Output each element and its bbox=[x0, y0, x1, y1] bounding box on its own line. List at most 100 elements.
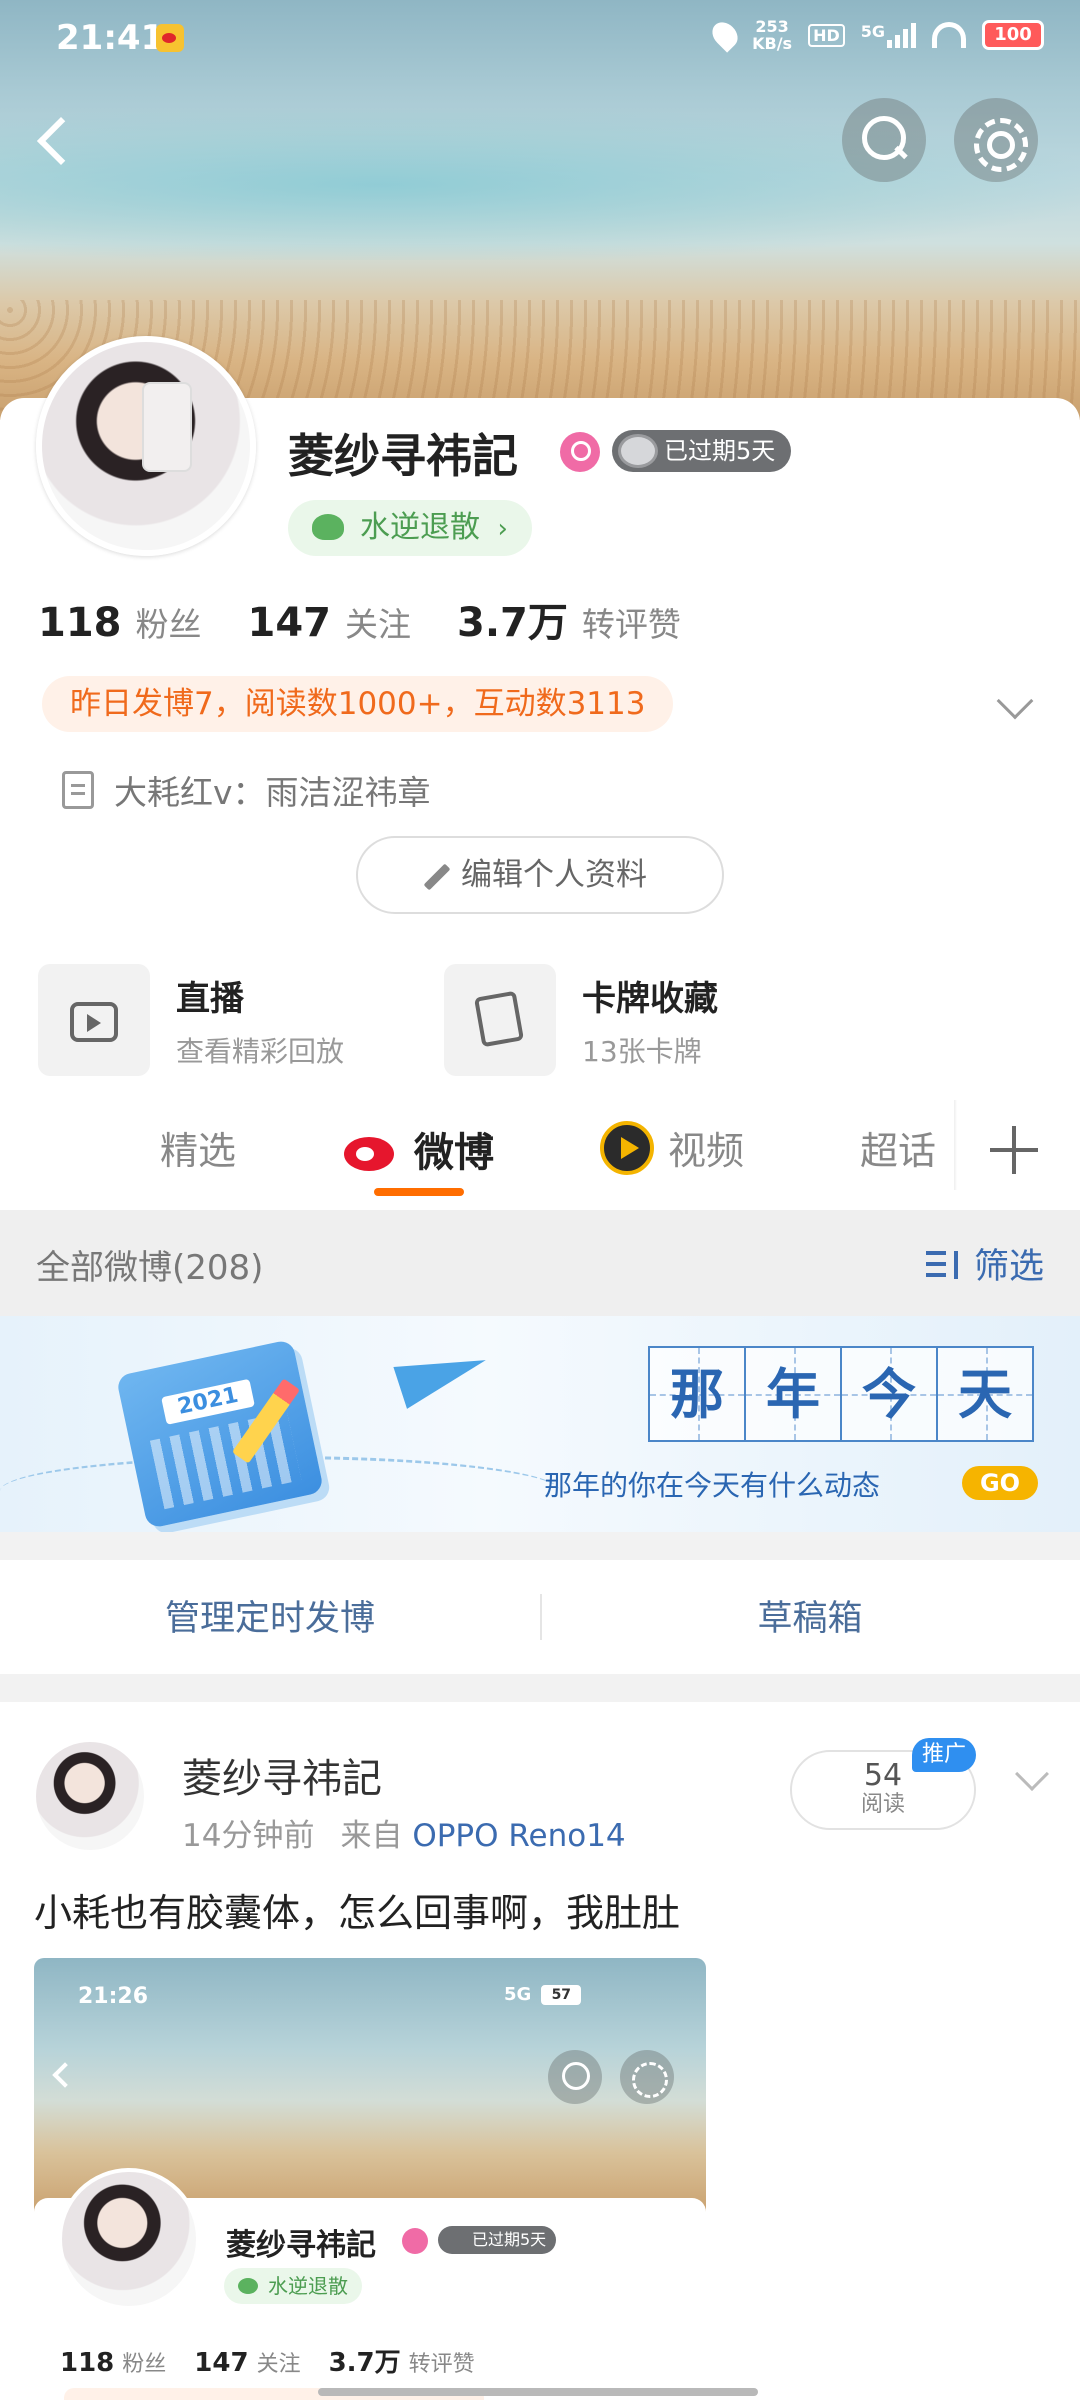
profile-stats: 118 粉丝 147 关注 3.7万 转评赞 bbox=[38, 590, 681, 648]
edit-profile-label: 编辑个人资料 bbox=[461, 857, 647, 893]
post-image-gear-icon bbox=[620, 2050, 674, 2104]
all-weibo-count: 全部微博(208) bbox=[36, 1248, 264, 1288]
stat-following-label: 关注 bbox=[345, 605, 411, 644]
profile-name[interactable]: 菱纱寻祎記 bbox=[288, 420, 518, 486]
post-image-time: 21:26 bbox=[78, 1984, 149, 2009]
stat-interactions-count: 3.7万 bbox=[457, 600, 568, 646]
profile-tabs: 精选 微博 视频 超话 bbox=[0, 1090, 1080, 1210]
vip-expired-label: 已过期5天 bbox=[664, 437, 776, 465]
tab-featured[interactable]: 精选 bbox=[160, 1120, 236, 1175]
post-source-prefix: 来自 bbox=[340, 1818, 403, 1854]
drafts-button[interactable]: 草稿箱 bbox=[540, 1590, 1080, 1641]
network-type: 5G bbox=[860, 22, 885, 41]
status-indicators: 253 KB/s HD 5G 100 bbox=[707, 17, 1044, 53]
feature-card-collection[interactable]: 卡牌收藏 13张卡牌 bbox=[444, 964, 718, 1076]
stat-following[interactable]: 147 关注 bbox=[248, 598, 412, 646]
stat-fans-label: 粉丝 bbox=[135, 605, 202, 644]
feature-card-title: 卡牌收藏 bbox=[582, 978, 718, 1019]
post-source: 来自 OPPO Reno14 bbox=[340, 1810, 625, 1855]
scheduled-posts-button[interactable]: 管理定时发博 bbox=[0, 1590, 540, 1641]
promote-badge[interactable]: 推广 bbox=[912, 1738, 977, 1772]
filter-icon bbox=[925, 1249, 964, 1279]
post-author[interactable]: 菱纱寻祎記 bbox=[182, 1746, 382, 1804]
post-image[interactable]: 21:26 5G 57 菱纱寻祎記 已过期5天 水逆退散 118 粉丝 147 关注… bbox=[34, 1958, 706, 2400]
calendar-year: 2021 bbox=[161, 1378, 255, 1425]
wifi-icon bbox=[932, 22, 966, 48]
weibo-logo-icon bbox=[344, 1127, 400, 1171]
weibo-notification-icon bbox=[156, 24, 184, 52]
pencil-icon bbox=[423, 863, 451, 890]
feature-live-title: 直播 bbox=[176, 978, 244, 1019]
banner-subtitle: 那年的你在今天有什么动态 bbox=[544, 1469, 881, 1502]
network-speed-value: 253 bbox=[755, 17, 789, 36]
document-icon bbox=[62, 771, 94, 809]
filter-bar: 全部微博(208) 筛选 bbox=[0, 1210, 1080, 1316]
gear-icon[interactable] bbox=[954, 98, 1038, 182]
post-image-network: 5G bbox=[504, 1984, 532, 2005]
vip-expired-badge[interactable]: 已过期5天 bbox=[612, 430, 792, 472]
section-gap bbox=[0, 1674, 1080, 1702]
tab-weibo[interactable]: 微博 bbox=[344, 1120, 494, 1178]
crown-icon bbox=[618, 434, 658, 468]
tv-play-icon bbox=[38, 964, 150, 1076]
feature-live[interactable]: 直播 查看精彩回放 bbox=[38, 964, 344, 1076]
title-chip[interactable]: 水逆退散 › bbox=[288, 500, 532, 556]
go-button[interactable]: GO bbox=[962, 1466, 1038, 1500]
post-time: 14分钟前 bbox=[182, 1818, 315, 1854]
pink-badge-icon[interactable] bbox=[560, 432, 600, 472]
chevron-down-icon[interactable] bbox=[1015, 1757, 1049, 1791]
card-icon bbox=[444, 964, 556, 1076]
post-avatar[interactable] bbox=[36, 1742, 144, 1850]
tab-super-topic[interactable]: 超话 bbox=[860, 1120, 936, 1175]
post-image-name: 菱纱寻祎記 bbox=[226, 2228, 376, 2263]
post-image-title-chip: 水逆退散 bbox=[224, 2268, 362, 2304]
home-indicator[interactable] bbox=[318, 2388, 758, 2396]
active-tab-indicator bbox=[374, 1188, 464, 1196]
title-chip-label: 水逆退散 bbox=[360, 510, 480, 545]
bio: 大耗红v：雨洁涩祎章 bbox=[62, 766, 431, 814]
post-image-stat-label: 关注 bbox=[256, 2352, 301, 2377]
post-image-stat-label: 转评赞 bbox=[408, 2352, 475, 2377]
hd-icon: HD bbox=[808, 23, 845, 47]
avatar[interactable] bbox=[36, 336, 256, 556]
post-text[interactable]: 小耗也有胶囊体，怎么回事啊，我肚肚 bbox=[34, 1882, 680, 1937]
signal-icon: 5G bbox=[861, 22, 916, 48]
activity-summary[interactable]: 昨日发博7，阅读数1000+，互动数3113 bbox=[42, 676, 674, 732]
status-time: 21:41 bbox=[56, 18, 165, 58]
stat-fans-count: 118 bbox=[38, 600, 122, 646]
post-image-vip-badge: 已过期5天 bbox=[438, 2226, 557, 2254]
paper-plane-icon bbox=[393, 1339, 493, 1409]
tab-video-label: 视频 bbox=[668, 1129, 745, 1173]
post-image-stat-num: 147 bbox=[194, 2348, 249, 2378]
post-image-stat-label: 粉丝 bbox=[122, 2352, 167, 2377]
post-image-battery: 57 bbox=[541, 1984, 582, 2005]
feature-card-subtitle: 13张卡牌 bbox=[582, 1034, 702, 1068]
tab-weibo-label: 微博 bbox=[414, 1130, 494, 1176]
banner-char: 那 bbox=[648, 1346, 746, 1442]
post-management-bar: 管理定时发博 草稿箱 bbox=[0, 1560, 1080, 1674]
post-meta: 14分钟前 来自 OPPO Reno14 bbox=[182, 1810, 626, 1855]
stat-fans[interactable]: 118 粉丝 bbox=[38, 598, 202, 646]
section-gap bbox=[0, 1532, 1080, 1560]
post-image-avatar bbox=[58, 2168, 200, 2310]
banner-title: 那 年 今 天 bbox=[648, 1346, 1034, 1442]
lotus-icon bbox=[312, 514, 344, 540]
post-source-device[interactable]: OPPO Reno14 bbox=[412, 1818, 625, 1854]
back-arrow-icon[interactable] bbox=[36, 112, 76, 172]
post-image-stats: 118 粉丝 147 关注 3.7万 转评赞 bbox=[60, 2342, 475, 2379]
network-speed: 253 KB/s bbox=[752, 18, 792, 52]
on-this-day-banner[interactable]: 2021 那 年 今 天 那年的你在今天有什么动态 GO bbox=[0, 1316, 1080, 1532]
feature-live-subtitle: 查看精彩回放 bbox=[176, 1034, 345, 1068]
location-icon bbox=[707, 17, 743, 53]
video-play-icon bbox=[600, 1120, 654, 1175]
tab-video[interactable]: 视频 bbox=[600, 1120, 744, 1175]
read-label: 阅读 bbox=[860, 1792, 905, 1817]
tab-featured-label: 精选 bbox=[160, 1129, 237, 1173]
post-image-pink-badge-icon bbox=[402, 2228, 428, 2254]
edit-profile-button[interactable]: 编辑个人资料 bbox=[356, 836, 724, 914]
post-image-status: 5G 57 bbox=[504, 1984, 582, 2005]
stat-interactions[interactable]: 3.7万 转评赞 bbox=[457, 590, 681, 648]
search-icon[interactable] bbox=[842, 98, 926, 182]
filter-button[interactable]: 筛选 bbox=[925, 1238, 1044, 1289]
plus-icon[interactable] bbox=[990, 1126, 1038, 1174]
